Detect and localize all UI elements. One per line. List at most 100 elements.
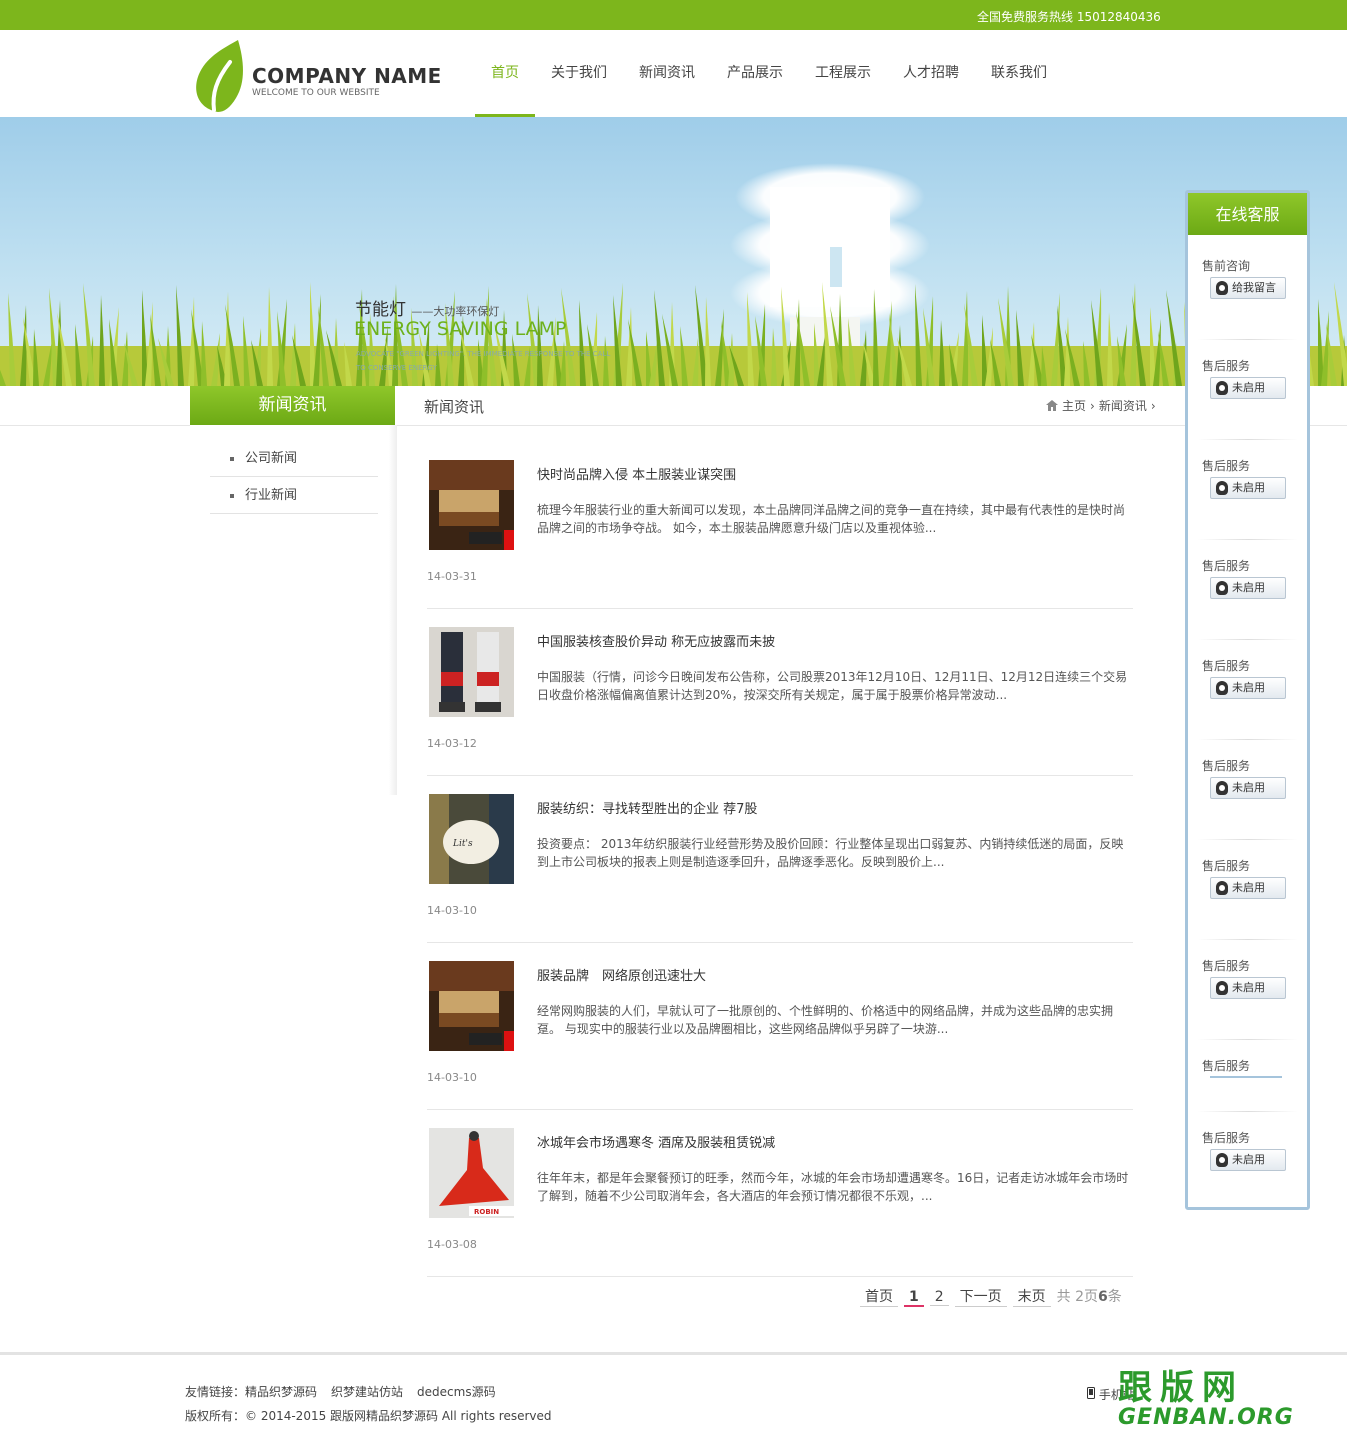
news-title[interactable]: 冰城年会市场遇寒冬 酒席及服装租赁锐减 (537, 1132, 775, 1151)
svg-text:ROBIN: ROBIN (474, 1208, 499, 1216)
breadcrumb-home[interactable]: 主页 (1062, 397, 1086, 414)
nav-home[interactable]: 首页 (475, 30, 535, 117)
banner-desc: ADVOCATE "GREEN LIGHTING". THE IMMEDIATE… (356, 350, 611, 372)
chevron-right-icon: › (1150, 398, 1156, 413)
news-item: Lit's 服装纺织：寻找转型胜出的企业 荐7股 投资要点： 2013年纺织服装… (427, 776, 1133, 943)
news-thumbnail-dress[interactable]: ROBIN (429, 1128, 514, 1218)
grass-blade (20, 305, 27, 386)
grass-blade (747, 292, 754, 386)
nav-contact[interactable]: 联系我们 (975, 30, 1063, 117)
breadcrumb-current[interactable]: 新闻资讯 (1099, 397, 1147, 414)
news-summary: 投资要点： 2013年纺织服装行业经营形势及股价回顾：行业整体呈现出口弱复苏、内… (537, 837, 1124, 869)
cs-qq-button[interactable]: 未启用 (1210, 877, 1286, 899)
cs-qq-button[interactable]: 未启用 (1210, 577, 1286, 599)
pager-page-2[interactable]: 2 (929, 1289, 949, 1306)
news-title[interactable]: 服装纺织：寻找转型胜出的企业 荐7股 (537, 798, 757, 817)
news-summary: 中国服装（行情，问诊今日晚间发布公告称，公司股票2013年12月10日、12月1… (537, 670, 1128, 702)
top-bar: 全国免费服务热线 15012840436 (0, 0, 1347, 30)
cs-group: 售后服务 (1202, 1057, 1302, 1078)
sidebar-list: 公司新闻 行业新闻 (210, 440, 378, 514)
nav-products[interactable]: 产品展示 (711, 30, 799, 117)
cs-divider (1198, 339, 1298, 340)
grass-blade (915, 284, 922, 386)
logo[interactable]: COMPANY NAME WELCOME TO OUR WEBSITE (190, 38, 460, 114)
cs-qq-button[interactable]: 未启用 (1210, 677, 1286, 699)
banner-title: 节能灯 ——大功率环保灯 (355, 300, 500, 320)
breadcrumb: 主页 › 新闻资讯 › (1046, 397, 1156, 414)
pager-last[interactable]: 末页 (1012, 1286, 1051, 1307)
news-thumbnail-tag[interactable]: Lit's (429, 794, 514, 884)
cs-group: 售前咨询 给我留言 (1202, 257, 1302, 299)
grass-image (0, 282, 1347, 386)
cs-group: 售后服务 未启用 (1202, 357, 1302, 399)
news-title[interactable]: 中国服装核查股价异动 称无应披露而未披 (537, 631, 775, 650)
cs-qq-button[interactable]: 未启用 (1210, 777, 1286, 799)
cs-group: 售后服务 未启用 (1202, 657, 1302, 699)
pager-info: 共 2页6条 (1056, 1289, 1122, 1305)
grass-blade (873, 289, 879, 386)
banner-en-title: ENERGY SAVING LAMP (354, 318, 567, 340)
news-date: 14-03-10 (427, 904, 477, 917)
news-thumbnail-bedroom[interactable] (429, 460, 514, 550)
chevron-right-icon: › (1090, 398, 1095, 413)
cs-group: 售后服务 未启用 (1202, 957, 1302, 999)
news-item: 快时尚品牌入侵 本土服装业谋突围 梳理今年服装行业的重大新闻可以发现，本土品牌同… (427, 442, 1133, 609)
news-summary: 经常网购服装的人们，早就认可了一批原创的、个性鲜明的、价格适中的网络品牌，并成为… (537, 1004, 1114, 1036)
cs-divider (1198, 739, 1298, 740)
logo-tagline: WELCOME TO OUR WEBSITE (252, 88, 380, 98)
cs-divider (1198, 439, 1298, 440)
cs-empty-button (1210, 1076, 1282, 1078)
online-customer-service-panel: 在线客服 售前咨询 给我留言 售后服务 未启用 售后服务 未启用 售后服务 未启用 售后… (1185, 190, 1310, 1210)
cs-qq-button[interactable]: 未启用 (1210, 477, 1286, 499)
nav-about[interactable]: 关于我们 (535, 30, 623, 117)
cs-qq-button[interactable]: 未启用 (1210, 377, 1286, 399)
cs-divider (1198, 1039, 1298, 1040)
cs-divider (1198, 539, 1298, 540)
cs-divider (1198, 839, 1298, 840)
news-summary: 梳理今年服装行业的重大新闻可以发现，本土品牌同洋品牌之间的竞争一直在持续，其中最… (537, 503, 1126, 535)
mobile-phone-icon (1087, 1387, 1095, 1399)
grass-blade (99, 295, 105, 386)
leaf-logo-icon (196, 40, 243, 112)
main-nav: 首页 关于我们 新闻资讯 产品展示 工程展示 人才招聘 联系我们 (475, 30, 1063, 117)
sidebar-item-company-news[interactable]: 公司新闻 (210, 440, 378, 477)
cs-group: 售后服务 未启用 (1202, 457, 1302, 499)
friend-links: 友情链接：精品织梦源码 织梦建站仿站 dedecms源码 (185, 1383, 510, 1400)
grass-blade (962, 291, 969, 386)
sidebar-item-industry-news[interactable]: 行业新闻 (210, 477, 378, 514)
pager-page-1[interactable]: 1 (904, 1289, 924, 1307)
pager-next[interactable]: 下一页 (954, 1286, 1007, 1307)
cs-qq-button[interactable]: 未启用 (1210, 1149, 1286, 1171)
hotline-text: 全国免费服务热线 15012840436 (977, 10, 1161, 24)
news-item: 中国服装核查股价异动 称无应披露而未披 中国服装（行情，问诊今日晚间发布公告称，… (427, 609, 1133, 776)
nav-projects[interactable]: 工程展示 (799, 30, 887, 117)
news-item: ROBIN 冰城年会市场遇寒冬 酒席及服装租赁锐减 往年年末，都是年会聚餐预订的… (427, 1110, 1133, 1277)
news-title[interactable]: 服装品牌 网络原创迅速壮大 (537, 965, 706, 984)
nav-news[interactable]: 新闻资讯 (623, 30, 711, 117)
news-item: 服装品牌 网络原创迅速壮大 经常网购服装的人们，早就认可了一批原创的、个性鲜明的… (427, 943, 1133, 1110)
news-title[interactable]: 快时尚品牌入侵 本土服装业谋突围 (537, 464, 736, 483)
cs-group: 售后服务 未启用 (1202, 557, 1302, 599)
cs-qq-button[interactable]: 未启用 (1210, 977, 1286, 999)
home-icon (1046, 400, 1058, 411)
cs-group: 售后服务 未启用 (1202, 757, 1302, 799)
news-thumbnail-pants[interactable] (429, 627, 514, 717)
logo-name: COMPANY NAME (252, 64, 442, 88)
news-summary: 往年年末，都是年会聚餐预订的旺季，然而今年，冰城的年会市场却遭遇寒冬。16日，记… (537, 1171, 1129, 1203)
grass-blade (267, 287, 273, 386)
nav-jobs[interactable]: 人才招聘 (887, 30, 975, 117)
page-title: 新闻资讯 (424, 398, 485, 416)
pager-first[interactable]: 首页 (860, 1286, 898, 1307)
news-thumbnail-bedroom[interactable] (429, 961, 514, 1051)
cs-divider (1198, 1111, 1298, 1112)
friend-link[interactable]: dedecms源码 (417, 1385, 496, 1399)
grass-blade (794, 299, 801, 386)
friend-link[interactable]: 精品织梦源码 (245, 1385, 317, 1399)
news-date: 14-03-10 (427, 1071, 477, 1084)
friend-link[interactable]: 织梦建站仿站 (331, 1385, 403, 1399)
cs-heading: 在线客服 (1188, 193, 1307, 235)
cs-divider (1198, 639, 1298, 640)
cs-group: 售后服务 未启用 (1202, 857, 1302, 899)
hero-banner: 节能灯 ——大功率环保灯 ENERGY SAVING LAMP ADVOCATE… (0, 117, 1347, 386)
cs-leave-message-button[interactable]: 给我留言 (1210, 277, 1286, 299)
